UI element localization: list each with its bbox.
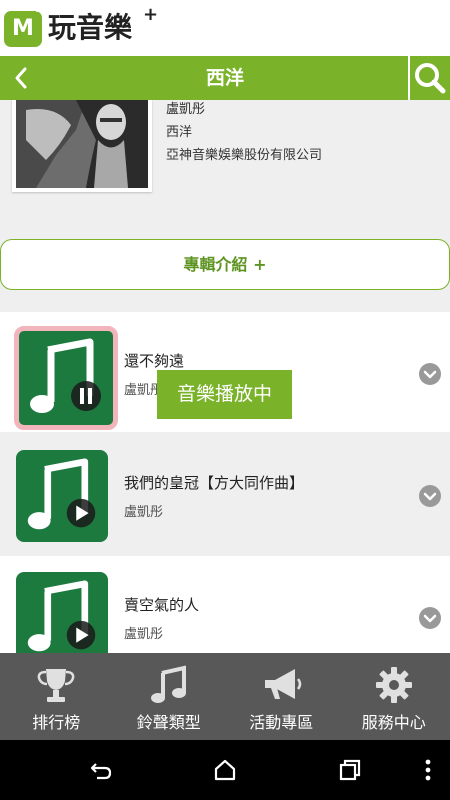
song-title: 賣空氣的人 bbox=[124, 596, 200, 614]
megaphone-icon bbox=[265, 669, 302, 699]
album-artist: 盧凱彤 bbox=[166, 102, 206, 117]
chevron-down-icon[interactable] bbox=[419, 363, 441, 385]
album-intro-button[interactable]: 專輯介紹 + bbox=[0, 239, 450, 290]
album-cover bbox=[12, 100, 152, 192]
song-artist: 盧凱彤 bbox=[124, 505, 164, 520]
app-name: 玩音樂 bbox=[48, 11, 133, 44]
app-name-plus: + bbox=[143, 4, 159, 25]
nav-label: 排行榜 bbox=[32, 713, 81, 732]
system-nav-bar bbox=[0, 740, 450, 800]
album-meta: 盧凱彤 西洋 亞神音樂娛樂股份有限公司 bbox=[166, 100, 322, 169]
chevron-left-icon bbox=[15, 67, 27, 89]
nav-item-service-center[interactable]: 服務中心 bbox=[338, 653, 450, 740]
overflow-menu-icon[interactable] bbox=[418, 757, 438, 783]
nav-label: 活動專區 bbox=[249, 713, 314, 732]
song-title: 還不夠遠 bbox=[124, 352, 185, 370]
back-arrow-icon[interactable] bbox=[88, 757, 114, 783]
app-logo: M + bbox=[4, 1, 43, 47]
chevron-down-icon[interactable] bbox=[419, 607, 441, 629]
page-title: 西洋 bbox=[205, 67, 244, 89]
song-thumbnail[interactable] bbox=[16, 572, 108, 653]
title-bar: 西洋 bbox=[0, 56, 450, 100]
nav-item-ringtone-type[interactable]: 鈴聲類型 bbox=[113, 653, 226, 740]
music-note-icon bbox=[27, 458, 96, 530]
album-info-panel: 盧凱彤 西洋 亞神音樂娛樂股份有限公司 專輯介紹 + bbox=[0, 100, 450, 312]
nav-label: 服務中心 bbox=[361, 713, 426, 732]
nav-item-events[interactable]: 活動專區 bbox=[225, 653, 338, 740]
logo-badge-plus: + bbox=[31, 0, 43, 16]
app-header: M + 玩音樂 + bbox=[0, 0, 450, 56]
music-note-icon bbox=[30, 338, 101, 413]
bottom-nav: 排行榜 鈴聲類型 活動專區 服務中心 bbox=[0, 653, 450, 740]
search-icon bbox=[415, 63, 446, 94]
gear-icon bbox=[375, 667, 412, 703]
song-thumbnail[interactable] bbox=[14, 326, 118, 430]
recent-apps-icon[interactable] bbox=[337, 757, 363, 783]
album-label: 亞神音樂娛樂股份有限公司 bbox=[166, 148, 323, 163]
search-button[interactable] bbox=[408, 56, 450, 100]
song-thumbnail[interactable] bbox=[16, 450, 108, 542]
album-cover-art bbox=[16, 100, 148, 188]
song-row[interactable]: 賣空氣的人 盧凱彤 bbox=[0, 556, 450, 653]
music-note-icon bbox=[150, 665, 186, 703]
nav-label: 鈴聲類型 bbox=[136, 713, 201, 732]
home-icon[interactable] bbox=[212, 757, 238, 783]
trophy-icon bbox=[37, 669, 75, 702]
album-genre: 西洋 bbox=[166, 125, 193, 140]
song-row[interactable]: 我們的皇冠【方大同作曲】 盧凱彤 bbox=[0, 434, 450, 554]
nav-item-ranking[interactable]: 排行榜 bbox=[0, 653, 113, 740]
music-note-icon bbox=[27, 580, 96, 652]
back-button[interactable] bbox=[0, 56, 44, 100]
logo-letter: M bbox=[12, 16, 34, 41]
song-title: 我們的皇冠【方大同作曲】 bbox=[124, 474, 305, 492]
song-artist: 盧凱彤 bbox=[124, 627, 164, 642]
now-playing-toast: 音樂播放中 bbox=[157, 370, 292, 419]
chevron-down-icon[interactable] bbox=[419, 485, 441, 507]
